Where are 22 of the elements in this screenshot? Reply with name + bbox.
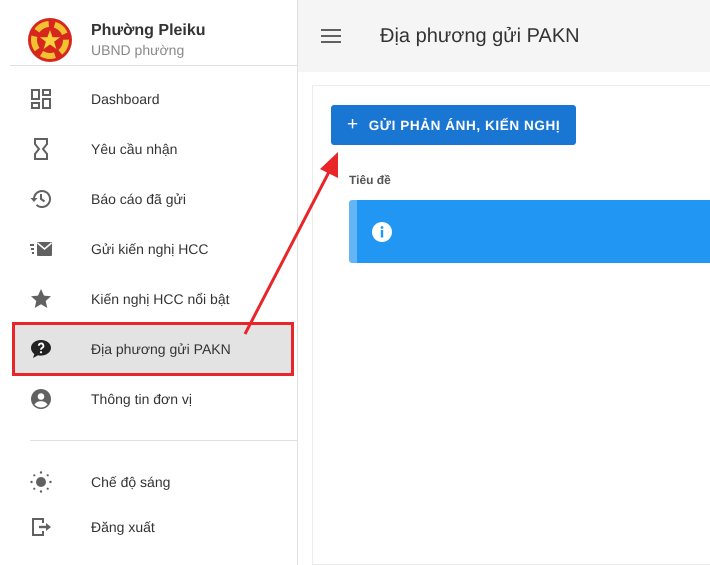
add-button[interactable]: + GỬI PHẢN ÁNH, KIẾN NGHỊ bbox=[331, 105, 576, 145]
org-name: Phường Pleiku bbox=[91, 22, 206, 40]
star-icon bbox=[29, 287, 53, 311]
history-icon bbox=[29, 187, 53, 211]
nav-item[interactable]: Đăng xuất bbox=[0, 504, 297, 549]
nav-item[interactable]: Thông tin đơn vị bbox=[0, 374, 297, 424]
emblem-logo bbox=[27, 16, 73, 62]
account-icon bbox=[29, 387, 53, 411]
column-header: Tiêu đề bbox=[349, 173, 391, 187]
info-icon bbox=[371, 220, 393, 242]
nav-item[interactable]: Chế độ sáng bbox=[0, 459, 297, 504]
org-type: UBND phường bbox=[91, 42, 186, 58]
nav-item[interactable]: Địa phương gửi PAKN bbox=[14, 324, 292, 374]
sun-icon bbox=[29, 470, 53, 494]
nav-item[interactable]: Kiến nghị HCC nổi bật bbox=[0, 274, 297, 324]
nav-item[interactable]: Báo cáo đã gửi bbox=[0, 174, 297, 224]
nav-item[interactable]: Yêu cầu nhận bbox=[0, 124, 297, 174]
nav-item[interactable]: Gửi kiến nghị HCC bbox=[0, 224, 297, 274]
grid-icon bbox=[29, 87, 53, 111]
nav-item[interactable]: Dashboard bbox=[0, 74, 297, 124]
page-title: Địa phương gửi PAKN bbox=[380, 24, 580, 48]
question-bubble-icon bbox=[29, 337, 53, 361]
